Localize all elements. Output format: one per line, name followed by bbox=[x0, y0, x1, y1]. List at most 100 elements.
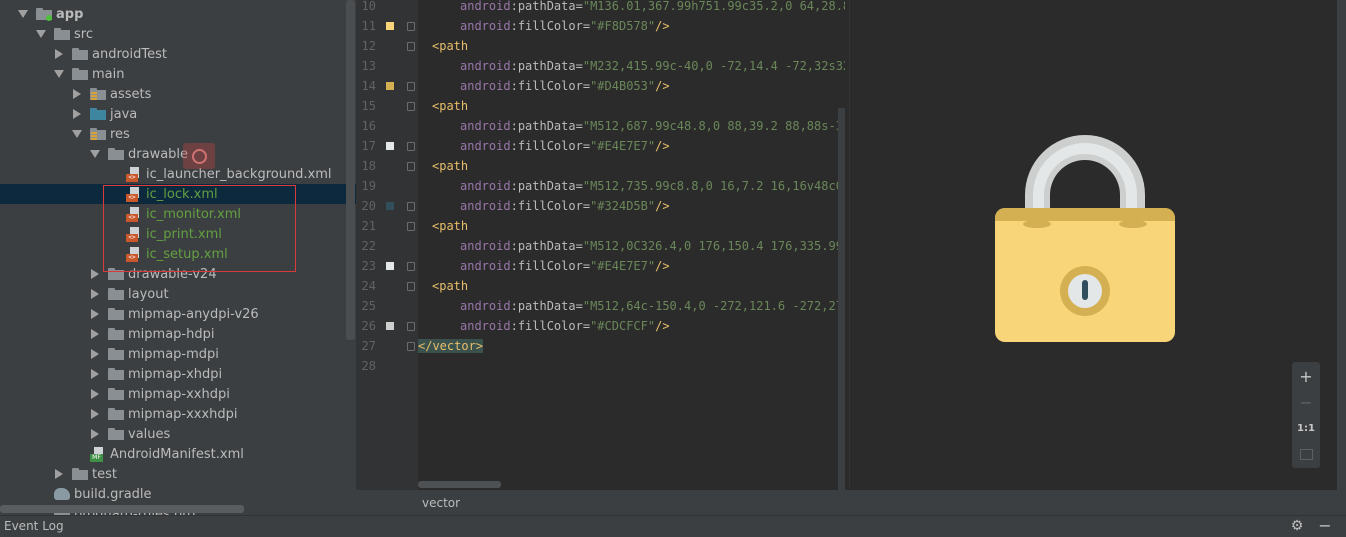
tree-item-mipmap-anydpi-v26[interactable]: mipmap-anydpi-v26 bbox=[0, 304, 356, 324]
tree-item-label: java bbox=[110, 106, 138, 122]
xml-file-icon bbox=[126, 246, 142, 262]
code-line: <path bbox=[432, 159, 469, 173]
chevron-right-icon[interactable] bbox=[90, 404, 100, 424]
tree-horizontal-scrollbar[interactable] bbox=[0, 505, 244, 513]
tree-item-androidmanifest[interactable]: AndroidManifest.xml bbox=[0, 444, 356, 464]
code-line: android:pathData="M232,415.99c-40,0 -72,… bbox=[460, 59, 845, 73]
fold-marker-icon[interactable] bbox=[407, 142, 415, 151]
tree-item-res[interactable]: res bbox=[0, 124, 356, 144]
tree-item-app[interactable]: app bbox=[0, 4, 356, 24]
color-swatch[interactable] bbox=[386, 142, 394, 150]
tree-item-values[interactable]: values bbox=[0, 424, 356, 444]
chevron-right-icon[interactable] bbox=[54, 44, 64, 64]
tree-item-drawable[interactable]: drawable bbox=[0, 144, 356, 164]
editor-vertical-scrollbar[interactable] bbox=[838, 108, 845, 490]
folder-icon bbox=[54, 28, 70, 40]
line-number: 11 bbox=[361, 19, 376, 33]
line-number: 21 bbox=[361, 219, 376, 233]
fold-marker-icon[interactable] bbox=[407, 42, 415, 51]
chevron-down-icon[interactable] bbox=[36, 24, 46, 44]
fold-marker-icon[interactable] bbox=[407, 222, 415, 231]
chevron-down-icon[interactable] bbox=[72, 124, 82, 144]
tree-vertical-scrollbar[interactable] bbox=[346, 0, 355, 340]
preview-pane bbox=[849, 0, 1337, 490]
chevron-down-icon[interactable] bbox=[54, 64, 64, 84]
tree-item-mipmap-mdpi[interactable]: mipmap-mdpi bbox=[0, 344, 356, 364]
chevron-right-icon[interactable] bbox=[90, 344, 100, 364]
tree-item-mipmap-xxhdpi[interactable]: mipmap-xxhdpi bbox=[0, 384, 356, 404]
tree-item-ic-lock[interactable]: ic_lock.xml bbox=[0, 184, 356, 204]
tree-item-ic-monitor[interactable]: ic_monitor.xml bbox=[0, 204, 356, 224]
color-swatch[interactable] bbox=[386, 322, 394, 330]
actual-size-button[interactable]: 1:1 bbox=[1292, 417, 1320, 439]
fold-marker-icon[interactable] bbox=[407, 102, 415, 111]
fold-marker-icon[interactable] bbox=[407, 22, 415, 31]
tree-item-androidtest[interactable]: androidTest bbox=[0, 44, 356, 64]
code-line: android:pathData="M512,735.99c8.8,0 16,7… bbox=[460, 179, 845, 193]
tree-item-label: app bbox=[56, 6, 84, 22]
zoom-out-button[interactable]: − bbox=[1292, 391, 1320, 413]
fold-marker-icon[interactable] bbox=[407, 262, 415, 271]
tree-item-ic-launcher-background[interactable]: ic_launcher_background.xml bbox=[0, 164, 356, 184]
chevron-right-icon[interactable] bbox=[90, 304, 100, 324]
code-line: android:pathData="M512,64c-150.4,0 -272,… bbox=[460, 299, 845, 313]
tree-item-java[interactable]: java bbox=[0, 104, 356, 124]
code-line: <path bbox=[432, 279, 469, 293]
folder-module-icon bbox=[36, 8, 52, 21]
chevron-right-icon[interactable] bbox=[90, 424, 100, 444]
line-number: 15 bbox=[361, 99, 376, 113]
folder-icon bbox=[108, 428, 124, 440]
tree-item-src[interactable]: src bbox=[0, 24, 356, 44]
breadcrumb[interactable]: vector bbox=[422, 496, 460, 510]
fold-marker-icon[interactable] bbox=[407, 162, 415, 171]
chevron-right-icon[interactable] bbox=[90, 324, 100, 344]
line-number: 17 bbox=[361, 139, 376, 153]
code-line: android:fillColor="#D4B053"/> bbox=[460, 79, 670, 93]
gear-icon[interactable]: ⚙ bbox=[1290, 519, 1304, 533]
chevron-down-icon[interactable] bbox=[90, 144, 100, 164]
chevron-right-icon[interactable] bbox=[72, 84, 82, 104]
folder-resources-icon bbox=[90, 88, 106, 100]
chevron-right-icon[interactable] bbox=[54, 464, 64, 484]
tree-item-build-gradle[interactable]: build.gradle bbox=[0, 484, 356, 504]
tree-item-ic-print[interactable]: ic_print.xml bbox=[0, 224, 356, 244]
chevron-down-icon[interactable] bbox=[18, 4, 28, 24]
color-swatch[interactable] bbox=[386, 22, 394, 30]
tree-item-label: mipmap-anydpi-v26 bbox=[128, 306, 259, 322]
editor-horizontal-scrollbar[interactable] bbox=[418, 481, 501, 488]
zoom-in-button[interactable]: + bbox=[1292, 365, 1320, 387]
fold-marker-icon[interactable] bbox=[407, 322, 415, 331]
fold-marker-icon[interactable] bbox=[407, 282, 415, 291]
chevron-right-icon[interactable] bbox=[72, 104, 82, 124]
event-log-button[interactable]: Event Log bbox=[4, 519, 64, 533]
color-swatch[interactable] bbox=[386, 82, 394, 90]
fold-marker-icon[interactable] bbox=[407, 202, 415, 211]
color-swatch[interactable] bbox=[386, 262, 394, 270]
folder-icon bbox=[108, 348, 124, 360]
chevron-right-icon[interactable] bbox=[90, 384, 100, 404]
tree-item-mipmap-xhdpi[interactable]: mipmap-xhdpi bbox=[0, 364, 356, 384]
tree-item-drawable-v24[interactable]: drawable-v24 bbox=[0, 264, 356, 284]
tree-item-mipmap-xxxhdpi[interactable]: mipmap-xxxhdpi bbox=[0, 404, 356, 424]
tree-item-mipmap-hdpi[interactable]: mipmap-hdpi bbox=[0, 324, 356, 344]
chevron-right-icon[interactable] bbox=[90, 364, 100, 384]
zoom-toolbar: + − 1:1 bbox=[1292, 362, 1320, 468]
tree-item-layout[interactable]: layout bbox=[0, 284, 356, 304]
code-editor[interactable]: android:pathData="M136.01,367.99h751.99c… bbox=[418, 0, 845, 490]
minimize-icon[interactable]: − bbox=[1318, 518, 1332, 534]
color-swatch[interactable] bbox=[386, 202, 394, 210]
code-line: android:pathData="M512,0C326.4,0 176,150… bbox=[460, 239, 845, 253]
tree-item-ic-setup[interactable]: ic_setup.xml bbox=[0, 244, 356, 264]
tree-item-label: ic_print.xml bbox=[146, 226, 222, 242]
fold-marker-icon[interactable] bbox=[407, 82, 415, 91]
chevron-right-icon[interactable] bbox=[90, 284, 100, 304]
fit-screen-button[interactable] bbox=[1292, 443, 1320, 465]
tree-item-main[interactable]: main bbox=[0, 64, 356, 84]
folder-icon bbox=[108, 288, 124, 300]
code-line: </vector> bbox=[418, 339, 484, 353]
tree-item-assets[interactable]: assets bbox=[0, 84, 356, 104]
chevron-right-icon[interactable] bbox=[90, 264, 100, 284]
fold-marker-icon[interactable] bbox=[407, 342, 415, 351]
tree-item-label: AndroidManifest.xml bbox=[110, 446, 244, 462]
tree-item-test[interactable]: test bbox=[0, 464, 356, 484]
